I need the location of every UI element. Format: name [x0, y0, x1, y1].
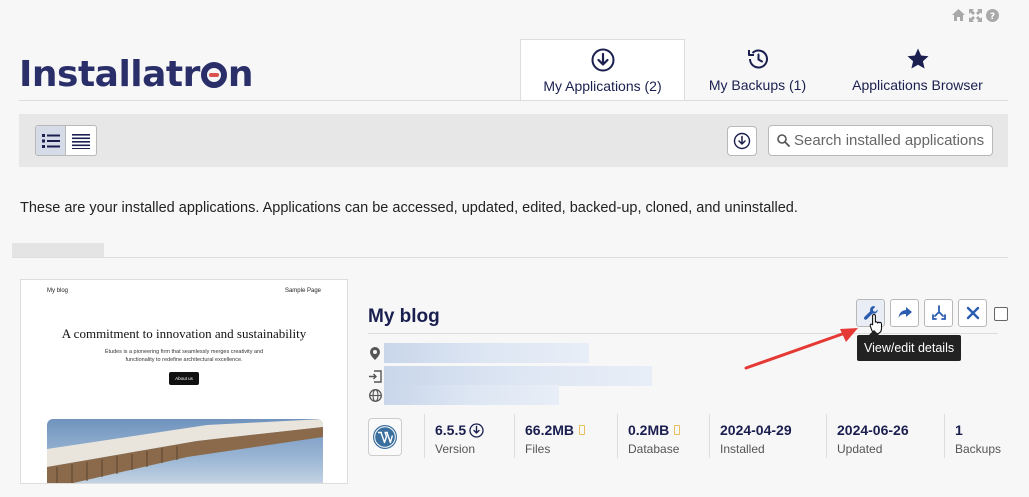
clone-button[interactable]: [924, 299, 953, 327]
redacted-path: [384, 385, 559, 405]
file-icon: [579, 425, 586, 435]
app-title[interactable]: My blog: [368, 306, 440, 328]
redacted-admin-url[interactable]: [384, 366, 652, 386]
stat-label: Files: [525, 442, 551, 456]
download-circle-icon: [591, 48, 614, 72]
toolbar: [19, 114, 1008, 167]
thumbnail-nav-link: Sample Page: [284, 288, 321, 294]
stat-label: Backups: [955, 442, 1002, 456]
stat-label: Installed: [720, 442, 765, 456]
fullscreen-icon[interactable]: [968, 8, 982, 22]
tab-my-applications[interactable]: My Applications (2): [520, 39, 685, 101]
database-icon: [674, 425, 681, 435]
stat-version: 6.5.5 Version: [424, 414, 514, 458]
tab-applications-browser[interactable]: Applications Browser: [830, 39, 1005, 101]
stat-updated: 2024-06-26 Updated: [826, 414, 944, 458]
stat-label: Database: [628, 442, 680, 456]
site-thumbnail[interactable]: My blog Sample Page A commitment to inno…: [20, 279, 348, 484]
home-icon[interactable]: [951, 8, 965, 22]
tab-my-backups[interactable]: My Backups (1): [685, 39, 830, 101]
update-available-icon[interactable]: [469, 422, 484, 438]
search-input[interactable]: [794, 132, 989, 149]
stat-installed: 2024-04-29 Installed: [709, 414, 826, 458]
tab-divider: [19, 100, 1008, 101]
app-title-divider: [368, 333, 998, 334]
thumbnail-architecture-image: [47, 419, 323, 483]
detailed-list-icon: [41, 133, 60, 148]
app-login-row: [368, 366, 652, 386]
app-stats: 6.5.5 Version 66.2MB Files 0.2MB Databas…: [368, 414, 1014, 458]
download-circle-icon: [733, 132, 751, 150]
stat-database: 0.2MB Database: [617, 414, 709, 458]
thumbnail-site-name: My blog: [47, 288, 69, 294]
search-box: [768, 125, 993, 156]
share-arrow-icon: [898, 307, 912, 318]
stat-value: 2024-06-26: [837, 422, 909, 438]
search-icon: [777, 134, 790, 147]
update-button[interactable]: [890, 299, 919, 327]
location-pin-icon: [368, 346, 382, 360]
clone-icon: [931, 305, 946, 320]
svg-text:?: ?: [989, 12, 994, 22]
view-toggle: [35, 125, 97, 156]
logo-o-mark: [200, 62, 227, 88]
section-divider: [12, 257, 1008, 258]
help-icon[interactable]: ?: [985, 8, 999, 22]
install-button[interactable]: [727, 126, 757, 156]
stat-value: 1: [955, 422, 963, 438]
stat-value: 2024-04-29: [720, 422, 792, 438]
wordpress-logo-icon: [368, 418, 402, 456]
intro-text: These are your installed applications. A…: [20, 200, 798, 216]
top-icons: ?: [951, 8, 999, 22]
stat-label: Updated: [837, 442, 883, 456]
main-tabs: My Applications (2) My Backups (1) Appli…: [520, 39, 1005, 101]
app-path-row: [368, 385, 559, 405]
tab-label: My Backups (1): [708, 77, 807, 93]
globe-icon: [368, 388, 382, 402]
login-icon: [368, 369, 382, 383]
tab-label: Applications Browser: [852, 77, 983, 93]
detailed-list-view-button[interactable]: [36, 126, 66, 155]
redacted-url[interactable]: [384, 343, 589, 363]
thumbnail-button: About us: [169, 372, 199, 385]
stat-files: 66.2MB Files: [514, 414, 617, 458]
thumbnail-subtext: Études is a pioneering firm that seamles…: [104, 349, 264, 363]
select-app-checkbox[interactable]: [994, 307, 1008, 321]
stat-value: 6.5.5: [435, 422, 467, 438]
uninstall-button[interactable]: [958, 299, 987, 327]
compact-list-icon: [72, 133, 90, 149]
stat-backups[interactable]: 1 Backups: [944, 414, 1014, 458]
history-icon: [747, 49, 768, 69]
annotation-arrow-icon: [744, 328, 858, 370]
stat-value: 0.2MB: [628, 422, 670, 438]
stat-value: 66.2MB: [525, 422, 575, 438]
close-icon: [966, 306, 979, 320]
app-location-row: [368, 343, 589, 363]
star-icon: [907, 48, 928, 69]
compact-list-view-button[interactable]: [66, 126, 96, 155]
tooltip: View/edit details: [857, 330, 962, 361]
thumbnail-heading: A commitment to innovation and sustainab…: [61, 326, 307, 341]
tab-label: My Applications (2): [543, 78, 662, 94]
thumbnail-nav: My blog Sample Page: [21, 280, 347, 294]
stat-label: Version: [435, 442, 476, 456]
group-header-placeholder: [12, 243, 104, 257]
installatron-logo[interactable]: Installatr n: [19, 54, 254, 95]
